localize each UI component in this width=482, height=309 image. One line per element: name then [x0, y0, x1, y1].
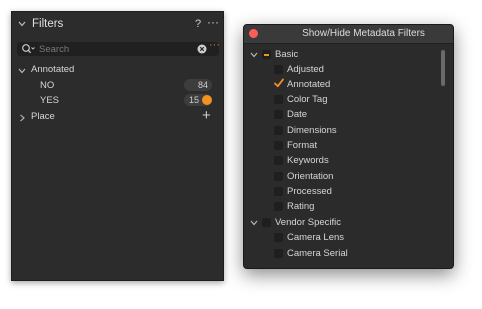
group-label: Basic	[275, 49, 299, 60]
checkbox-label: Camera Serial	[287, 248, 348, 259]
checkbox-label: Keywords	[287, 155, 329, 166]
metadata-filter-list: Basic Adjusted Annotated Color Tag Date …	[244, 44, 441, 268]
checkbox[interactable]	[274, 110, 283, 119]
filter-item-yes[interactable]: YES	[40, 95, 59, 106]
clear-search-icon[interactable]	[197, 44, 207, 54]
search-options-button[interactable]: ···	[209, 39, 220, 51]
checkbox-label: Dimensions	[287, 125, 337, 136]
chevron-down-icon[interactable]	[249, 50, 259, 60]
more-options-button[interactable]: ···	[207, 15, 219, 29]
checkbox-row-format[interactable]: Format	[244, 139, 439, 153]
checkbox[interactable]	[274, 233, 283, 242]
chevron-down-icon[interactable]	[17, 66, 27, 76]
add-filter-button[interactable]: +	[202, 108, 211, 123]
chevron-right-icon[interactable]	[17, 113, 27, 123]
checkbox-label: Color Tag	[287, 94, 328, 105]
window-titlebar[interactable]: Show/Hide Metadata Filters	[244, 25, 453, 44]
help-button[interactable]: ?	[195, 18, 201, 30]
filter-group-place[interactable]: Place	[17, 111, 217, 125]
chevron-down-icon[interactable]	[249, 218, 259, 228]
checkbox[interactable]	[274, 249, 283, 258]
checkbox[interactable]	[274, 187, 283, 196]
checkbox-label: Camera Lens	[287, 232, 345, 243]
checkbox[interactable]	[274, 65, 283, 74]
checkbox[interactable]	[274, 172, 283, 181]
metadata-filters-window: Show/Hide Metadata Filters Basic Adjuste…	[243, 24, 454, 269]
checkbox-label: Format	[287, 140, 318, 151]
filter-item-no[interactable]: NO	[40, 80, 54, 91]
close-window-button[interactable]	[249, 29, 258, 38]
checkbox-label: Annotated	[287, 79, 331, 90]
checkbox[interactable]	[274, 141, 283, 150]
filters-panel: Filters ? ··· ··· Annotated NO 84 YES 15	[11, 11, 224, 281]
filters-header: Filters ? ···	[12, 12, 223, 38]
checkbox-row-annotated[interactable]: Annotated	[244, 78, 439, 92]
search-input[interactable]	[39, 42, 189, 56]
checkbox-row-adjusted[interactable]: Adjusted	[244, 63, 439, 77]
checkbox-row-dimensions[interactable]: Dimensions	[244, 124, 439, 138]
checkbox-row-date[interactable]: Date	[244, 108, 439, 122]
checkbox[interactable]	[274, 156, 283, 165]
count-badge: 84	[184, 79, 212, 91]
window-title: Show/Hide Metadata Filters	[302, 28, 425, 39]
checkbox[interactable]	[274, 126, 283, 135]
filter-group-annotated[interactable]: Annotated	[17, 64, 217, 78]
checkbox-row-rating[interactable]: Rating	[244, 200, 439, 214]
checkbox-label: Adjusted	[287, 64, 324, 75]
checkbox-row-color-tag[interactable]: Color Tag	[244, 93, 439, 107]
checkbox[interactable]	[274, 95, 283, 104]
group-label: Vendor Specific	[275, 217, 342, 228]
checkmark-icon[interactable]	[273, 77, 285, 89]
search-icon[interactable]	[21, 43, 35, 55]
checkbox-row-processed[interactable]: Processed	[244, 185, 439, 199]
mixed-checkbox[interactable]	[262, 50, 271, 59]
checkbox-row-camera-lens[interactable]: Camera Lens	[244, 231, 439, 245]
group-row-vendor-specific[interactable]: Vendor Specific	[244, 216, 439, 230]
filter-group-label: Place	[31, 111, 55, 122]
filter-group-label: Annotated	[31, 64, 75, 75]
filters-title: Filters	[32, 18, 64, 30]
chevron-down-icon[interactable]	[17, 19, 27, 29]
checkbox-label: Date	[287, 109, 308, 120]
group-row-basic[interactable]: Basic	[244, 48, 439, 62]
checkbox[interactable]	[274, 202, 283, 211]
checkbox-row-keywords[interactable]: Keywords	[244, 154, 439, 168]
checkbox-row-orientation[interactable]: Orientation	[244, 170, 439, 184]
checkbox-label: Processed	[287, 186, 332, 197]
checkbox-row-camera-serial[interactable]: Camera Serial	[244, 247, 439, 261]
vertical-scrollbar[interactable]	[441, 50, 445, 86]
checkbox-label: Rating	[287, 201, 315, 212]
checkbox-label: Orientation	[287, 171, 334, 182]
search-field: ···	[17, 39, 220, 56]
checkbox[interactable]	[262, 218, 271, 227]
selected-indicator-dot	[202, 95, 212, 105]
